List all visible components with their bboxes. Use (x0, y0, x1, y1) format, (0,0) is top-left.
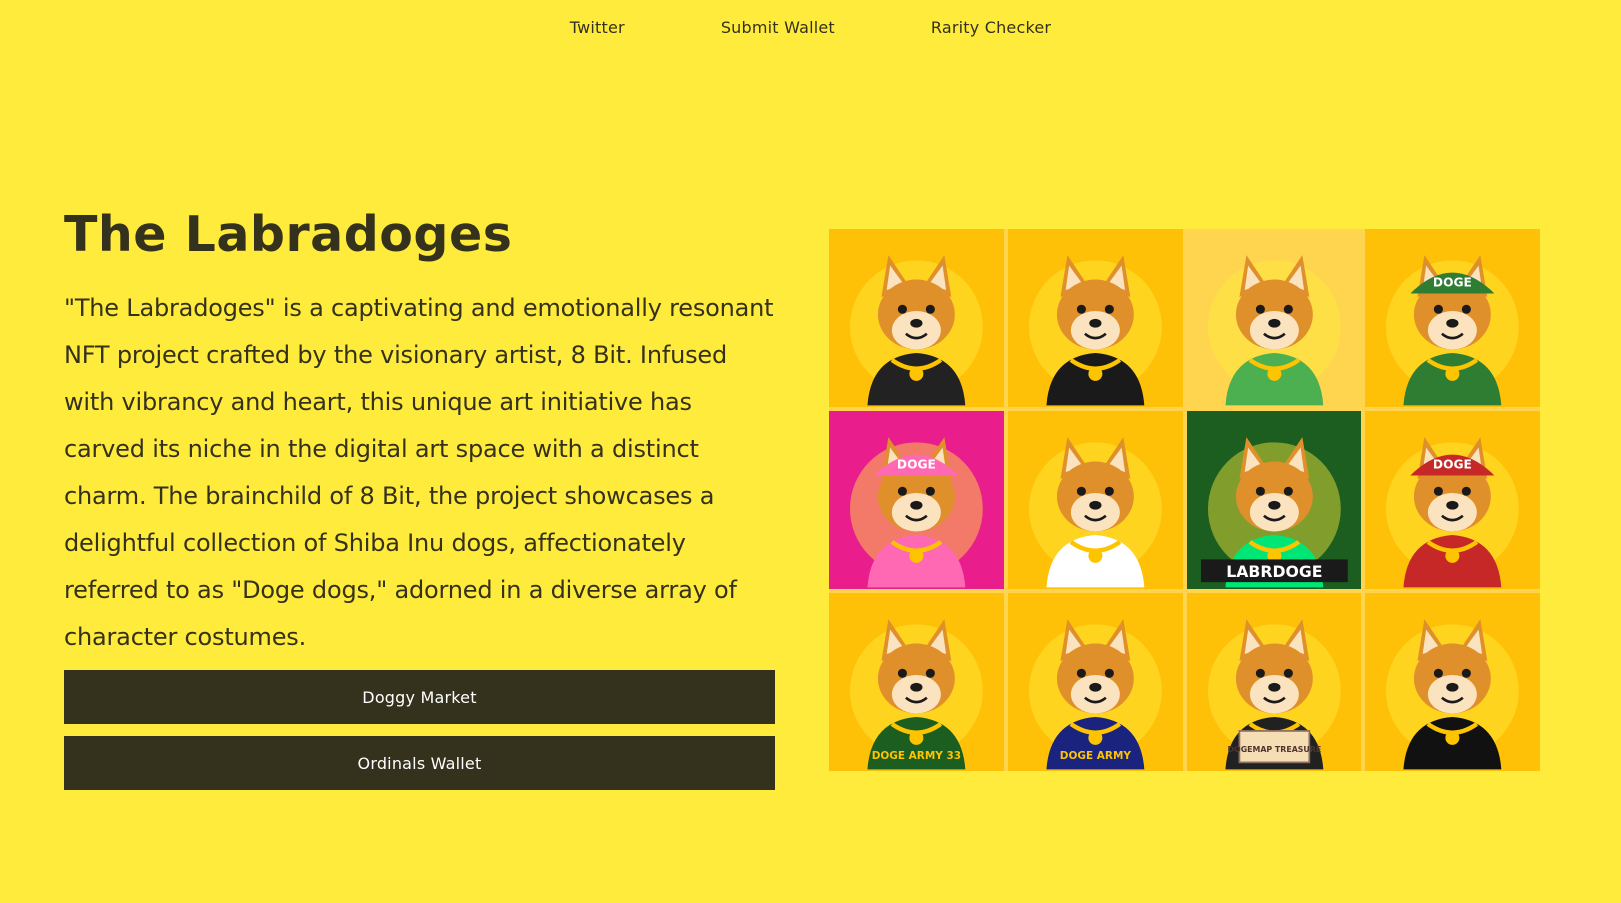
doge-punk-mohawk-icon (1028, 255, 1162, 406)
doge-fur-jacket-cap-icon: DOGE (1386, 437, 1520, 588)
doge-dark-knight-icon (1386, 619, 1520, 770)
svg-text:DOGEMAP TREASURE: DOGEMAP TREASURE (1227, 745, 1321, 754)
gallery-tile[interactable]: DOGE ARMY (1007, 593, 1183, 771)
gallery-tile[interactable]: DOGEMAP TREASURE (1186, 593, 1362, 771)
doge-basketball-navy-icon: DOGE ARMY (1028, 619, 1162, 770)
nav-link-rarity-checker[interactable]: Rarity Checker (931, 18, 1051, 37)
svg-text:DOGE: DOGE (1433, 458, 1472, 472)
svg-text:DOGE: DOGE (897, 458, 936, 472)
project-description: "The Labradoges" is a captivating and em… (64, 294, 774, 651)
nft-gallery-grid: DOGE DOGE LABRDOGE DOGE DOGE ARMY 33 DOGE ARM… (829, 229, 1540, 771)
svg-text:DOGE ARMY 33: DOGE ARMY 33 (872, 750, 961, 762)
doge-basketball-green-icon: DOGE ARMY 33 (849, 619, 983, 770)
gallery-tile[interactable]: DOGE (829, 411, 1004, 589)
page-title: The Labradoges (64, 206, 513, 263)
doge-hoodie-cap-icon: DOGE (1386, 255, 1520, 406)
gallery-tile[interactable]: DOGE ARMY 33 (829, 593, 1004, 771)
gallery-tile[interactable] (1007, 411, 1183, 589)
doge-pirate-map-icon: DOGEMAP TREASURE (1207, 619, 1341, 770)
hero-section: The Labradoges "The Labradoges" is a cap… (64, 205, 776, 661)
gallery-tile[interactable] (829, 229, 1004, 407)
doge-matrix-warrior-icon: LABRDOGE (1200, 437, 1348, 588)
gallery-tile[interactable]: DOGE (1365, 229, 1540, 407)
gallery-tile[interactable] (1007, 229, 1183, 407)
gallery-tile[interactable] (1186, 229, 1362, 407)
doge-astronaut-icon (1028, 437, 1162, 588)
nav-link-submit-wallet[interactable]: Submit Wallet (721, 18, 835, 37)
gallery-tile[interactable]: DOGE (1365, 411, 1540, 589)
doggy-market-button[interactable]: Doggy Market (64, 670, 775, 724)
top-nav: Twitter Submit Wallet Rarity Checker (0, 18, 1621, 37)
svg-text:LABRDOGE: LABRDOGE (1226, 562, 1322, 581)
doge-pink-jacket-icon: DOGE (849, 437, 983, 588)
svg-text:DOGE ARMY: DOGE ARMY (1060, 750, 1132, 762)
doge-scientist-pipe-icon (1207, 255, 1341, 406)
ordinals-wallet-button[interactable]: Ordinals Wallet (64, 736, 775, 790)
gallery-tile[interactable]: LABRDOGE (1186, 411, 1362, 589)
doge-balaclava-suit-icon (849, 255, 983, 406)
gallery-tile[interactable] (1365, 593, 1540, 771)
nav-link-twitter[interactable]: Twitter (570, 18, 625, 37)
svg-text:DOGE: DOGE (1433, 276, 1472, 290)
